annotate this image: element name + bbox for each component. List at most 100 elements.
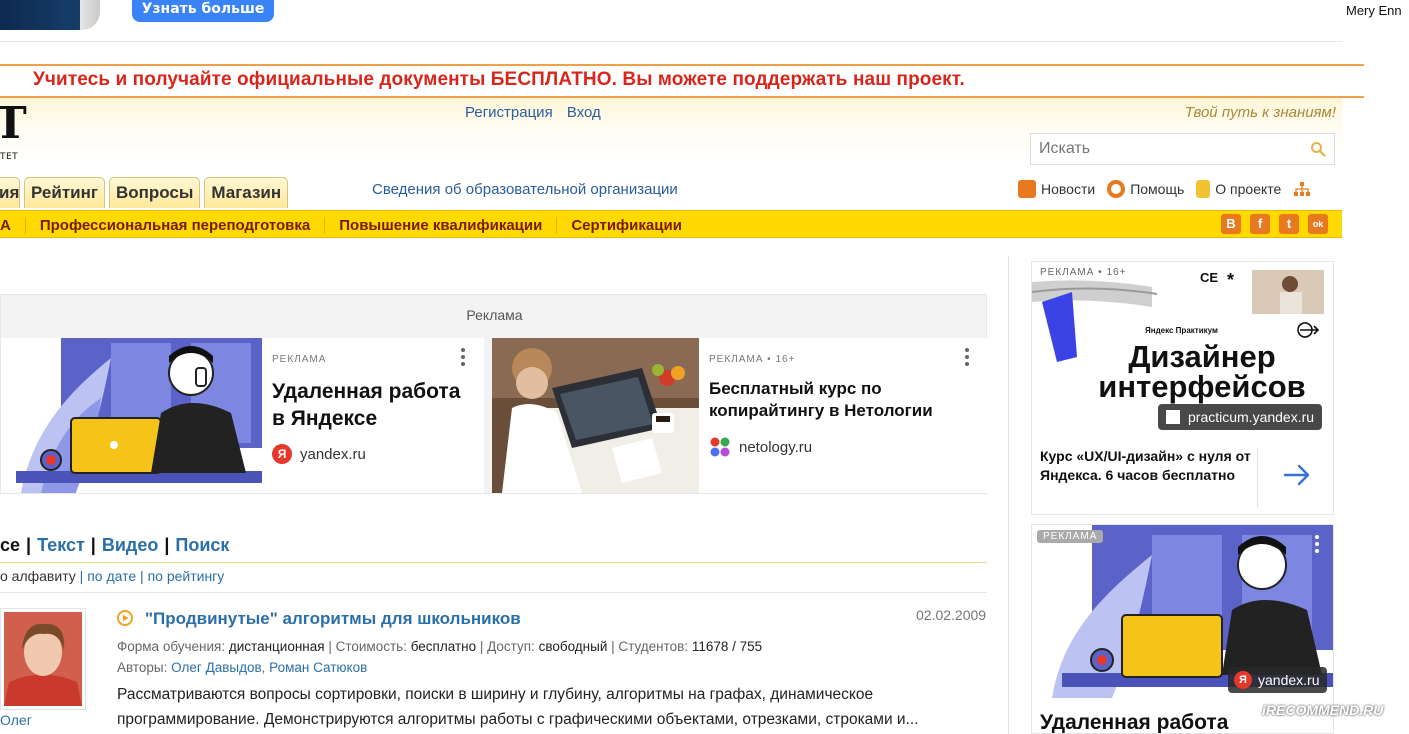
about-label: О проекте	[1215, 181, 1282, 197]
category-nav: А Профессиональная переподготовка Повыше…	[0, 210, 1342, 238]
course-authors: Авторы: Олег Давыдов, Роман Сатюков	[117, 660, 368, 675]
register-link[interactable]: Регистрация	[465, 104, 553, 121]
meta-cost-value: бесплатно	[410, 639, 477, 654]
tab-questions[interactable]: Вопросы	[108, 177, 201, 208]
ad-domain-text: yandex.ru	[300, 445, 366, 463]
ad-title[interactable]: Удаленная работа в Яндексе	[272, 378, 472, 433]
svg-text:CE: CE	[1200, 270, 1218, 285]
yandex-logo-icon: Я	[1234, 671, 1252, 689]
search-icon[interactable]	[1310, 141, 1326, 157]
watermark: iRECOMMEND.RU	[1262, 702, 1384, 718]
column-divider	[1008, 256, 1009, 734]
news-label: Новости	[1041, 181, 1096, 197]
practicum-ad-image: CE * РЕКЛАМА • 16+ Яндекс Практикум Диза…	[1032, 262, 1333, 435]
learn-more-button[interactable]: Узнать больше	[132, 0, 274, 22]
ad-tag: РЕКЛАМА • 16+	[709, 354, 796, 365]
play-icon	[117, 610, 133, 626]
help-link[interactable]: Помощь	[1107, 180, 1184, 198]
author-link[interactable]: Олег	[0, 712, 32, 728]
utility-links: Новости Помощь О проекте	[1018, 180, 1311, 198]
nav-item-partial[interactable]: А	[0, 217, 25, 234]
author-link-1[interactable]: Олег Давыдов	[171, 660, 262, 675]
promo-banner: Учитесь и получайте официальные документ…	[0, 64, 1364, 98]
top-ad-strip: Узнать больше	[0, 0, 1342, 42]
ad-tag: РЕКЛАМА	[1037, 530, 1104, 543]
user-name[interactable]: Mery Enn	[1346, 3, 1402, 18]
filter-video-link[interactable]: Видео	[102, 535, 159, 555]
ad-title[interactable]: Удаленная работа	[1040, 711, 1228, 733]
facebook-icon[interactable]: f	[1250, 214, 1270, 234]
ad-domain-badge[interactable]: practicum.yandex.ru	[1158, 404, 1323, 430]
auth-links: Регистрация Вход	[465, 104, 611, 121]
meta-access-label: Доступ:	[487, 639, 535, 654]
ad-domain-text: netology.ru	[739, 438, 813, 456]
meta-students-label: Студентов:	[618, 639, 689, 654]
more-options-icon[interactable]	[1314, 535, 1320, 557]
ad-tag: РЕКЛАМА • 16+	[1040, 267, 1127, 278]
author-photo[interactable]	[0, 608, 86, 710]
meta-students-value: 11678 / 755	[691, 639, 763, 654]
twitter-icon[interactable]: t	[1279, 214, 1299, 234]
yandex-logo-icon: Я	[272, 444, 292, 464]
ad-title[interactable]: Бесплатный курс по копирайтингу в Нетоло…	[709, 378, 979, 422]
main-tabs: ия Рейтинг Вопросы Магазин	[0, 177, 292, 210]
tab-rating[interactable]: Рейтинг	[24, 177, 105, 208]
sort-by-date-link[interactable]: по дате	[87, 568, 136, 584]
course-description: Рассматриваются вопросы сортировки, поис…	[117, 686, 919, 728]
ad-tag: РЕКЛАМА	[272, 354, 327, 365]
ad-domain[interactable]: netology.ru	[709, 436, 812, 458]
ad-card-netology[interactable]: РЕКЛАМА • 16+ Бесплатный курс по копирай…	[492, 338, 987, 493]
more-options-icon[interactable]	[964, 348, 970, 370]
author-link-2[interactable]: Роман Сатюков	[269, 660, 367, 675]
top-ad-image[interactable]	[0, 0, 100, 30]
filter-text-link[interactable]: Текст	[37, 535, 85, 555]
ad-domain-badge[interactable]: Я yandex.ru	[1228, 667, 1328, 693]
meta-cost-label: Стоимость:	[335, 639, 407, 654]
document-icon	[1196, 180, 1211, 198]
search-box	[1030, 133, 1335, 165]
site-logo-subtitle: ТЕТ	[0, 152, 19, 162]
nav-item-qualification[interactable]: Повышение квалификации	[324, 216, 556, 234]
meta-form-value: дистанционная	[228, 639, 325, 654]
ad-block-label: Реклама	[466, 307, 523, 323]
promo-text[interactable]: Учитесь и получайте официальные документ…	[33, 69, 965, 91]
nav-item-retraining[interactable]: Профессиональная переподготовка	[24, 216, 324, 234]
filter-current: се	[0, 535, 21, 555]
course-title-link[interactable]: "Продвинутые" алгоритмы для школьников	[145, 609, 521, 629]
meta-access-value: свободный	[538, 639, 608, 654]
login-link[interactable]: Вход	[567, 104, 601, 121]
sitemap-icon[interactable]	[1293, 181, 1311, 197]
help-label: Помощь	[1130, 181, 1185, 197]
woman-laptop-photo	[492, 338, 699, 493]
site-slogan: Твой путь к знаниям!	[1184, 104, 1336, 121]
filter-search-link[interactable]: Поиск	[175, 535, 229, 555]
ad-body-text[interactable]: Курс «UX/UI-дизайн» с нуля от Яндекса. 6…	[1040, 447, 1255, 485]
about-link[interactable]: О проекте	[1196, 180, 1281, 198]
sort-divider	[0, 592, 987, 593]
search-input[interactable]	[1031, 134, 1301, 164]
odnoklassniki-icon[interactable]: ok	[1308, 214, 1328, 234]
sort-options: о алфавиту | по дате | по рейтингу	[0, 568, 225, 584]
nav-item-certifications[interactable]: Сертификации	[556, 216, 696, 234]
course-date: 02.02.2009	[916, 607, 987, 623]
remote-work-illustration	[1, 338, 262, 493]
ad-headline-line-1: Дизайнер	[1128, 339, 1276, 374]
site-header: T ТЕТ Регистрация Вход Твой путь к знани…	[0, 98, 1342, 210]
org-info-link[interactable]: Сведения об образовательной организации	[372, 181, 678, 198]
sidebar-ad-practicum[interactable]: CE * РЕКЛАМА • 16+ Яндекс Практикум Диза…	[1031, 261, 1334, 515]
more-options-icon[interactable]	[460, 348, 466, 370]
arrow-right-icon[interactable]	[1282, 460, 1312, 490]
ad-headline-line-2: интерфейсов	[1098, 369, 1306, 404]
svg-text:*: *	[1227, 270, 1234, 290]
ad-card-yandex[interactable]: РЕКЛАМА Удаленная работа в Яндексе Я yan…	[1, 338, 484, 493]
social-icons: В f t ok	[1212, 214, 1328, 234]
vk-icon[interactable]: В	[1221, 214, 1241, 234]
site-logo[interactable]: T	[0, 102, 27, 146]
tab-shop[interactable]: Магазин	[204, 177, 289, 208]
tab-partial[interactable]: ия	[0, 177, 20, 208]
ad-block: Реклама РЕКЛАМА Удаленная работа в Яндек…	[0, 294, 987, 494]
news-link[interactable]: Новости	[1018, 180, 1095, 198]
course-meta: Форма обучения: дистанционная | Стоимост…	[117, 639, 763, 654]
sort-by-rating-link[interactable]: по рейтингу	[148, 568, 225, 584]
ad-domain[interactable]: Я yandex.ru	[272, 444, 366, 464]
